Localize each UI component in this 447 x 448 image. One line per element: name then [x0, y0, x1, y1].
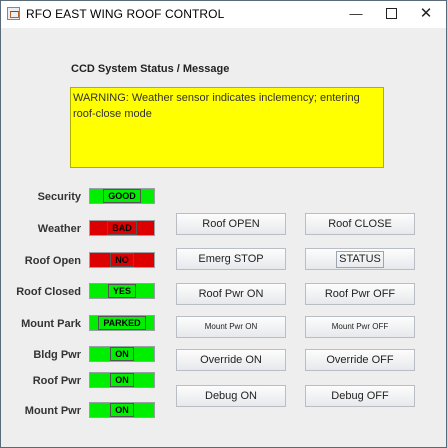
maximize-button[interactable] [376, 1, 406, 27]
minimize-button[interactable]: — [341, 1, 371, 27]
indicator-roof-pwr-value: ON [110, 373, 134, 387]
status-label-roof-open: Roof Open [24, 255, 81, 267]
roof-close-button[interactable]: Roof CLOSE [305, 213, 415, 235]
indicator-mount-pwr: ON [89, 402, 155, 418]
status-label-weather: Weather [37, 223, 81, 235]
indicator-roof-open: NO [89, 252, 155, 268]
indicator-security-value: GOOD [103, 189, 141, 203]
emerg-stop-button[interactable]: Emerg STOP [176, 248, 286, 270]
status-label-security: Security [37, 191, 81, 203]
title-bar: RFO EAST WING ROOF CONTROL — ✕ [1, 1, 446, 28]
close-button[interactable]: ✕ [411, 1, 441, 27]
indicator-roof-open-value: NO [110, 253, 134, 267]
ccd-message-text: WARNING: Weather sensor indicates inclem… [73, 92, 360, 120]
indicator-roof-pwr: ON [89, 372, 155, 388]
status-label-roof-closed: Roof Closed [16, 286, 81, 298]
roof-open-button[interactable]: Roof OPEN [176, 213, 286, 235]
status-label-mount-pwr: Mount Pwr [24, 405, 81, 417]
debug-off-button[interactable]: Debug OFF [305, 385, 415, 407]
override-off-button[interactable]: Override OFF [305, 349, 415, 371]
app-icon [7, 7, 20, 20]
indicator-security: GOOD [89, 188, 155, 204]
indicator-mount-pwr-value: ON [110, 403, 134, 417]
indicator-roof-closed: YES [89, 283, 155, 299]
indicator-mount-park-value: PARKED [98, 316, 146, 330]
indicator-bldg-pwr-value: ON [110, 347, 134, 361]
indicator-roof-closed-value: YES [107, 284, 136, 298]
status-button[interactable]: STATUS [305, 248, 415, 270]
indicator-weather-value: BAD [107, 221, 137, 235]
roof-pwr-on-button[interactable]: Roof Pwr ON [176, 283, 286, 305]
status-label-bldg-pwr: Bldg Pwr [33, 349, 81, 361]
ccd-message-box: WARNING: Weather sensor indicates inclem… [70, 87, 384, 168]
status-button-label: STATUS [336, 251, 384, 268]
mount-pwr-on-button[interactable]: Mount Pwr ON [176, 316, 286, 338]
debug-on-button[interactable]: Debug ON [176, 385, 286, 407]
roof-pwr-off-button[interactable]: Roof Pwr OFF [305, 283, 415, 305]
status-label-roof-pwr: Roof Pwr [32, 375, 81, 387]
ccd-status-title: CCD System Status / Message [71, 63, 230, 75]
override-on-button[interactable]: Override ON [176, 349, 286, 371]
maximize-icon [385, 8, 397, 20]
mount-pwr-off-button[interactable]: Mount Pwr OFF [305, 316, 415, 338]
indicator-mount-park: PARKED [89, 315, 155, 331]
status-label-mount-park: Mount Park [21, 318, 81, 330]
indicator-bldg-pwr: ON [89, 346, 155, 362]
indicator-weather: BAD [89, 220, 155, 236]
main-window: RFO EAST WING ROOF CONTROL — ✕ CCD Syste… [0, 0, 447, 448]
window-title: RFO EAST WING ROOF CONTROL [26, 7, 225, 21]
